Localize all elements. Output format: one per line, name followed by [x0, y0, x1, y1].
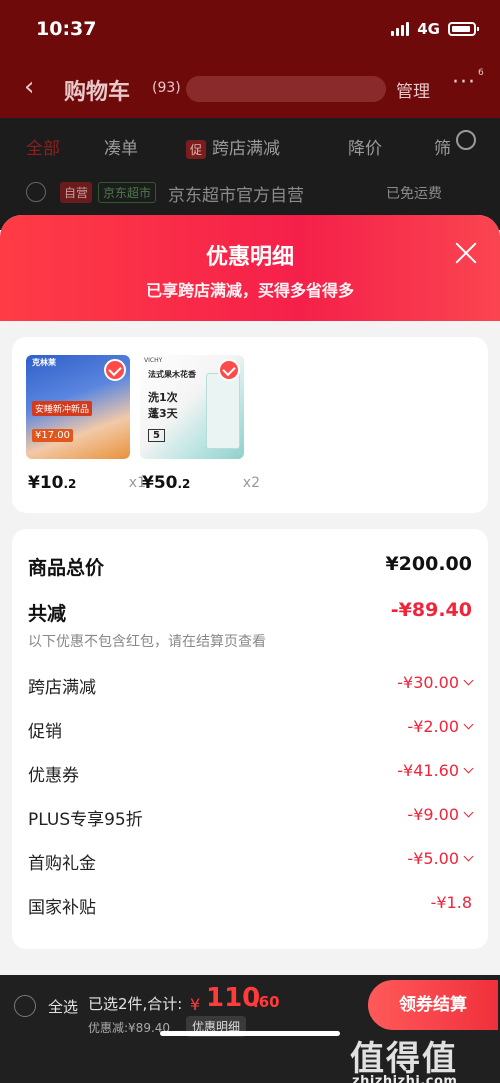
discount-label: 首购礼金: [28, 854, 96, 874]
checkout-button[interactable]: 领券结算: [368, 980, 498, 1030]
chevron-down-icon: [463, 675, 474, 686]
status-indicators: 4G: [391, 20, 479, 38]
checked-icon: [218, 359, 240, 381]
cart-header: ‹ 购物车 (93) 管理 ··· 6: [0, 58, 500, 118]
sum-decimal: .60: [253, 993, 280, 1011]
products-card: 克林莱 安睡新冲新品 ¥17.00 ¥10.2 x1 VICHY 法式果木花香 …: [12, 337, 488, 513]
signal-icon: [391, 22, 410, 36]
discount-value: -¥30.00: [397, 673, 474, 692]
network-label: 4G: [417, 20, 440, 38]
tab-cross-store[interactable]: 促跨店满减: [186, 134, 280, 159]
checked-icon: [104, 359, 126, 381]
discount-value: -¥2.00: [407, 717, 474, 736]
product-item[interactable]: VICHY 法式果木花香 洗1次 蓬3天 5 ¥50.2 x2: [140, 355, 260, 497]
tab-price-drop[interactable]: 降价: [348, 134, 382, 159]
discount-value: -¥1.8: [430, 893, 472, 912]
product-price: ¥10.2: [28, 473, 77, 493]
discount-label: 优惠券: [28, 766, 79, 786]
select-all-label[interactable]: 全选: [48, 996, 78, 1017]
promo-tag: 促: [186, 140, 207, 159]
chevron-down-icon: [463, 851, 474, 862]
filter-tabs: 全部 凑单 促跨店满减 降价 筛: [0, 118, 500, 170]
product-price: ¥50.2: [142, 473, 191, 493]
address-selector[interactable]: [186, 76, 386, 102]
discount-label: PLUS专享95折: [28, 810, 143, 830]
selected-summary: 已选2件,合计:: [88, 995, 183, 1013]
home-indicator: [160, 1031, 340, 1036]
discount-label: 跨店满减: [28, 678, 96, 698]
free-shipping-label: 已免运费: [386, 186, 442, 202]
price-detail-card: 商品总价 ¥200.00 共减 -¥89.40 以下优惠不包含红包，请在结算页查…: [12, 529, 488, 949]
sheet-header: 优惠明细 已享跨店满减，买得多省得多: [0, 215, 500, 321]
chevron-down-icon: [463, 763, 474, 774]
discount-value: -¥41.60: [397, 761, 474, 780]
chevron-down-icon: [463, 719, 474, 730]
cart-count: (93): [152, 80, 181, 96]
redpacket-note: 以下优惠不包含红包，请在结算页查看: [28, 634, 266, 650]
discount-label: 促销: [28, 722, 62, 742]
tab-all[interactable]: 全部: [26, 134, 60, 159]
store-name[interactable]: 京东超市官方自营: [168, 181, 304, 206]
discount-label: 国家补贴: [28, 898, 96, 918]
tab-coudan[interactable]: 凑单: [104, 134, 138, 159]
message-badge: 6: [478, 68, 484, 78]
product-item[interactable]: 克林莱 安睡新冲新品 ¥17.00 ¥10.2 x1: [26, 355, 146, 497]
total-price-value: ¥200.00: [385, 553, 472, 575]
total-price-label: 商品总价: [28, 557, 105, 579]
manage-button[interactable]: 管理: [396, 77, 430, 102]
tab-filter[interactable]: 筛: [434, 134, 451, 159]
chevron-down-icon: [463, 807, 474, 818]
product-image: VICHY 法式果木花香 洗1次 蓬3天 5: [140, 355, 244, 459]
discount-total-line: 优惠减:¥89.40: [88, 1021, 171, 1035]
discount-detail-sheet: 优惠明细 已享跨店满减，买得多省得多 克林莱 安睡新冲新品 ¥17.00 ¥10…: [0, 215, 500, 975]
discount-value: -¥5.00: [407, 849, 474, 868]
watermark-logo: 值得值: [350, 1039, 458, 1079]
cart-title: 购物车: [64, 80, 131, 105]
close-icon[interactable]: [452, 239, 480, 267]
status-time: 10:37: [36, 18, 97, 40]
product-image: 克林莱 安睡新冲新品 ¥17.00: [26, 355, 130, 459]
checkout-bar: 全选 已选2件,合计: ¥ 110 .60 优惠减:¥89.40 优惠明细 领券…: [0, 975, 500, 1083]
total-reduce-value: -¥89.40: [390, 599, 472, 621]
product-qty: x2: [242, 475, 260, 491]
battery-icon: [448, 22, 479, 36]
sheet-subtitle: 已享跨店满减，买得多省得多: [145, 281, 354, 300]
more-icon[interactable]: ···: [452, 70, 476, 95]
total-reduce-label: 共减: [28, 603, 67, 625]
search-icon[interactable]: [456, 130, 476, 150]
select-all-radio[interactable]: [14, 995, 36, 1017]
watermark-url: zhizhizhi.com: [352, 1074, 458, 1083]
ziying-tag: 自营: [60, 182, 93, 203]
back-icon[interactable]: ‹: [24, 72, 34, 102]
market-tag: 京东超市: [98, 182, 157, 203]
product-package-graphic: [206, 373, 240, 449]
status-bar: 10:37 4G: [0, 0, 500, 58]
sheet-title: 优惠明细: [205, 245, 294, 270]
discount-value: -¥9.00: [407, 805, 474, 824]
sum-currency: ¥: [190, 995, 201, 1014]
store-select-radio[interactable]: [26, 182, 46, 202]
